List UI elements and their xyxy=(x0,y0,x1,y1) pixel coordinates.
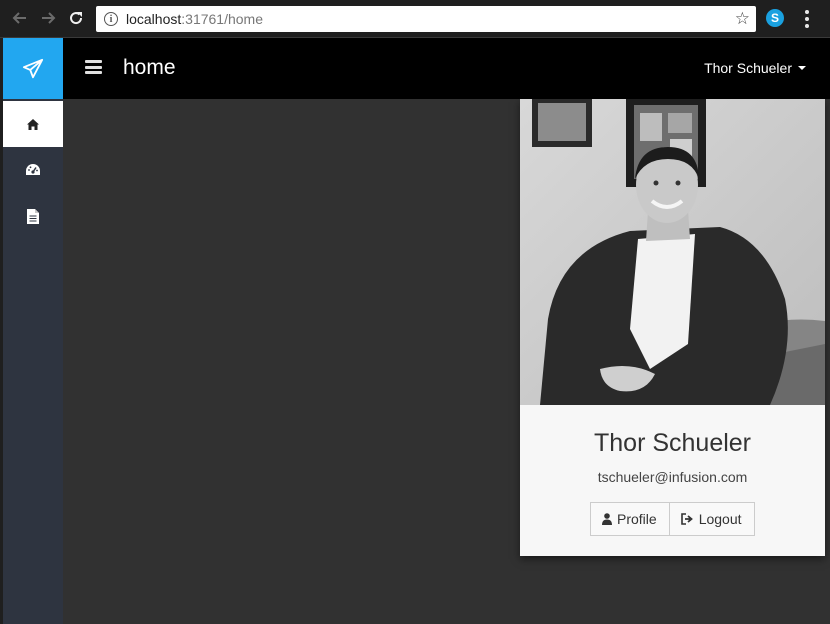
sidebar-item-documents[interactable] xyxy=(3,193,63,239)
user-menu-toggle[interactable]: Thor Schueler xyxy=(704,60,806,76)
sidebar-item-dashboard[interactable] xyxy=(3,147,63,193)
app-header: home Thor Schueler xyxy=(63,38,830,99)
back-button[interactable] xyxy=(10,8,30,28)
info-icon[interactable]: i xyxy=(104,12,118,26)
profile-email: tschueler@infusion.com xyxy=(597,469,748,485)
reload-icon xyxy=(70,12,83,25)
home-icon xyxy=(27,118,39,130)
arrow-left-icon xyxy=(12,12,26,24)
url-text[interactable]: localhost:31761/home xyxy=(126,11,263,27)
sidebar-item-home[interactable] xyxy=(3,101,63,147)
reload-button[interactable] xyxy=(66,8,86,28)
skype-icon[interactable]: S xyxy=(766,9,784,27)
caret-down-icon xyxy=(798,66,806,70)
hamburger-menu-icon[interactable] xyxy=(85,60,102,74)
address-bar[interactable]: i localhost:31761/home ☆ xyxy=(96,6,756,32)
paper-plane-icon xyxy=(22,58,44,78)
star-icon[interactable]: ☆ xyxy=(735,9,750,29)
sign-out-icon xyxy=(680,513,694,525)
profile-dropdown: Thor Schueler tschueler@infusion.com Pro… xyxy=(520,99,825,556)
browser-toolbar: i localhost:31761/home ☆ S xyxy=(0,0,830,38)
arrow-right-icon xyxy=(42,12,56,24)
forward-button[interactable] xyxy=(38,8,58,28)
profile-actions: Profile Logout xyxy=(590,502,755,536)
document-icon xyxy=(27,208,39,224)
brand-logo[interactable] xyxy=(3,38,63,99)
logout-button-label: Logout xyxy=(698,511,742,527)
profile-photo xyxy=(520,99,825,405)
kebab-menu-icon[interactable] xyxy=(800,10,814,28)
dashboard-icon xyxy=(26,164,40,175)
user-icon xyxy=(602,513,612,525)
logout-button[interactable]: Logout xyxy=(669,502,755,536)
profile-button-label: Profile xyxy=(617,511,657,527)
page-title: home xyxy=(123,56,176,79)
user-menu-label: Thor Schueler xyxy=(704,60,792,76)
profile-name: Thor Schueler xyxy=(593,429,752,457)
profile-button[interactable]: Profile xyxy=(590,502,670,536)
